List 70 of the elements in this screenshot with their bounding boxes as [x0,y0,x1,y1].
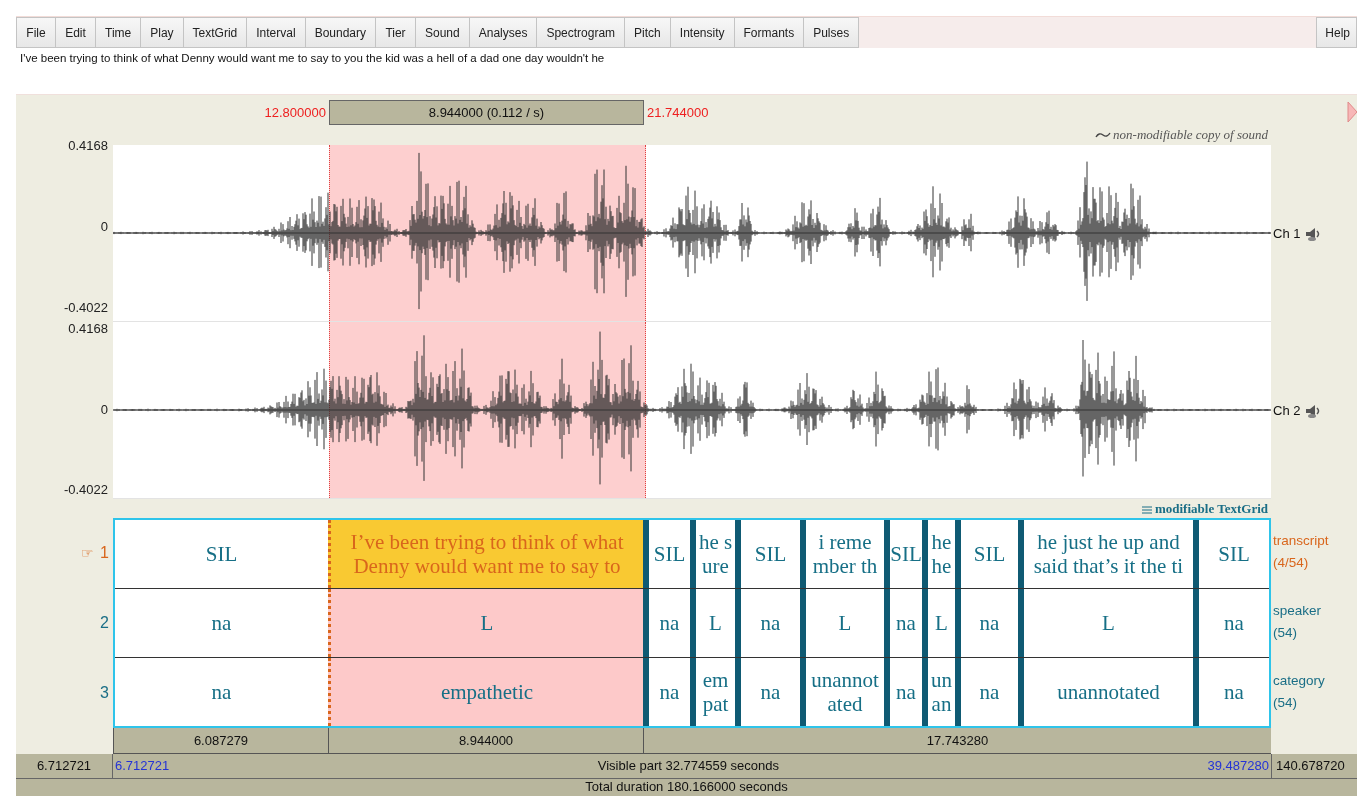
visible-start: 6.712721 [115,757,170,775]
interval-cell[interactable]: na [735,589,800,657]
axis-label: 0.4168 [68,321,108,336]
channel-label: Ch 2 [1273,403,1301,418]
visible-part-label: Visible part 32.774559 seconds [597,757,779,775]
tier-number[interactable]: 2 [100,614,109,632]
interval-cell[interactable]: na [1193,589,1269,657]
transcript-field[interactable]: I've been trying to think of what Denny would want me to say to you the kid was a hell of a dad one day wouldn't he [16,49,1357,67]
menu-button[interactable]: Spectrogram [537,17,626,48]
interval-cell[interactable]: na [955,589,1018,657]
tier-name[interactable]: speaker (54) [1271,588,1357,658]
interval-cell[interactable]: he s ure [690,520,735,588]
total-duration-bar[interactable]: Total duration 180.166000 seconds [16,779,1357,796]
sound-title: non-modifiable copy of sound [1113,127,1268,143]
interval-cell[interactable]: SIL [115,520,328,588]
visible-end: 39.487280 [1207,757,1269,775]
interval-cell[interactable]: SIL [955,520,1018,588]
lines-icon [1140,504,1153,514]
menu-button[interactable]: Tier [376,17,416,48]
selection-duration: 8.944000 (0.112 / s) [329,100,644,125]
interval-cell[interactable]: SIL [735,520,800,588]
menu-button[interactable]: Sound [416,17,470,48]
interval-cell[interactable]: he just he up and said that’s it the ti [1018,520,1193,588]
interval-cell[interactable]: L [922,589,955,657]
visible-part-bar[interactable]: 6.712721 Visible part 32.774559 seconds 39.487280 [113,754,1271,778]
interval-cell[interactable]: na [643,589,690,657]
axis-label: 0.4168 [68,138,108,153]
tier-name[interactable]: category (54) [1271,658,1357,728]
axis-label: -0.4022 [63,482,108,497]
interval-cell[interactable]: L [1018,589,1193,657]
menu-button[interactable]: Formants [734,17,805,48]
triangle-icon [1347,101,1357,123]
pointing-hand-icon: ☞ [81,545,95,561]
channel-label: Ch 1 [1273,226,1301,241]
menu-button[interactable]: Pulses [804,17,860,48]
interval-cell[interactable]: L [690,589,735,657]
interval-cell[interactable]: L [800,589,884,657]
tier-number[interactable]: 3 [100,684,109,702]
menu-button[interactable]: Time [96,17,142,48]
tier-number[interactable]: 1 [100,544,109,562]
interval-cell[interactable]: SIL [884,520,922,588]
menu-button[interactable]: Interval [247,17,306,48]
axis-label: 0 [100,219,108,234]
menu-button[interactable]: Boundary [305,17,376,48]
selection-start-time: 12.800000 [264,105,326,120]
menu-button[interactable]: Pitch [625,17,671,48]
interval-cell[interactable]: na [884,589,922,657]
menu-button[interactable]: TextGrid [183,17,248,48]
visible-end-outside[interactable]: 140.678720 [1271,754,1357,778]
menu-button[interactable]: Analyses [469,17,538,48]
interval-cell[interactable]: SIL [1193,520,1269,588]
menu-button[interactable]: Intensity [670,17,735,48]
help-button[interactable]: Help [1316,17,1357,48]
tilde-icon [1095,130,1112,140]
tier-name[interactable]: transcript (4/54) [1271,518,1357,588]
menu-button[interactable]: Play [141,17,184,48]
interval-cell[interactable]: L [328,589,643,657]
axis-label: 0 [100,401,108,417]
interval-cell[interactable]: SIL [643,520,690,588]
menu-button[interactable]: File [16,17,56,48]
interval-cell[interactable]: na [115,589,328,657]
interval-cell[interactable]: empathetic [328,658,643,726]
textgrid-title: modifiable TextGrid [1154,501,1268,517]
visible-start-outside[interactable]: 6.712721 [16,754,113,778]
interval-cell[interactable]: na [115,658,328,726]
selection-end-time: 21.744000 [647,105,709,120]
axis-label: -0.4022 [63,300,108,315]
interval-cell[interactable]: he he [922,520,955,588]
menu-button[interactable]: Edit [56,17,96,48]
interval-cell[interactable]: i reme mber th [800,520,884,588]
